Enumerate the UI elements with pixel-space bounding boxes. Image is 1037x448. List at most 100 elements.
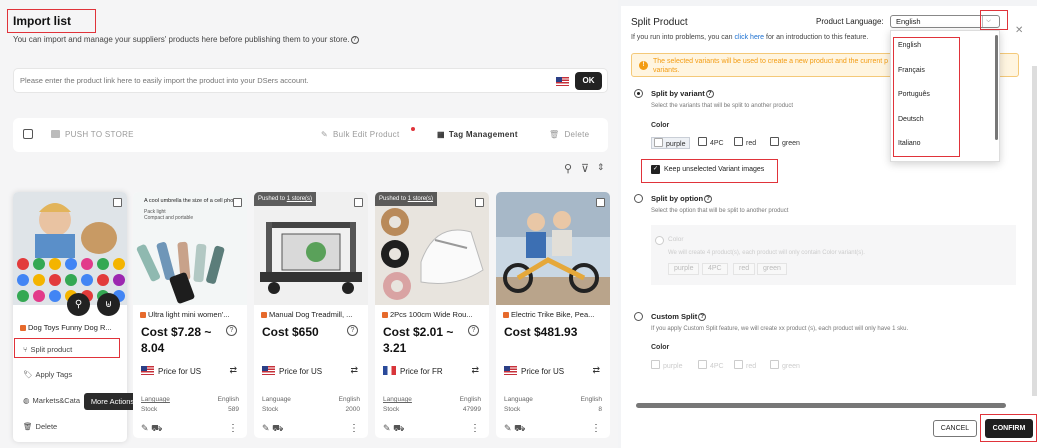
custom-chip-purple[interactable]: purple	[651, 360, 682, 372]
banner-text: Compact and portable	[144, 215, 194, 221]
apply-tags-menu-item[interactable]: 🏷 Apply Tags	[23, 370, 72, 379]
split-by-option-radio[interactable]	[634, 194, 643, 203]
banner-text: A cool umbrella the size of a cell phone	[144, 198, 240, 204]
search-icon[interactable]: ⚲	[564, 162, 572, 175]
swap-icon[interactable]: ⇄	[350, 365, 358, 376]
custom-chip-green[interactable]: green	[770, 360, 800, 372]
color-option-radio[interactable]	[655, 236, 664, 245]
product-card[interactable]: Pushed to 1 store(s) 2Pcs 100cm Wide Rou…	[375, 192, 489, 438]
search-icon[interactable]: ⚲	[67, 293, 90, 316]
swap-icon[interactable]: ⇄	[229, 365, 237, 376]
question-icon[interactable]: ?	[347, 325, 358, 336]
push-to-store-button[interactable]: PUSH TO STORE	[51, 130, 134, 139]
custom-chip-red[interactable]: red	[734, 360, 756, 372]
trash-icon: 🗑	[23, 422, 33, 431]
product-checkbox[interactable]	[596, 198, 605, 207]
product-title[interactable]: Manual Dog Treadmill, ...	[261, 310, 361, 319]
product-title[interactable]: Ultra light mini women'...	[140, 310, 240, 319]
split-by-variant-desc: Select the variants that will be split t…	[651, 103, 794, 109]
card-actions: ✎ ⛟	[262, 423, 283, 435]
more-actions-icon[interactable]: ⋮	[470, 423, 480, 434]
highlight-box	[14, 338, 120, 358]
edit-icon[interactable]: ✎	[504, 423, 512, 433]
swap-icon[interactable]: ⇄	[592, 365, 600, 376]
bulk-edit-label: Bulk Edit Product	[333, 130, 400, 139]
tag-management-button[interactable]: ▦ Tag Management	[437, 130, 518, 139]
pushed-stores-link[interactable]: 1 store(s)	[408, 196, 433, 202]
markets-label: Markets&Cata	[32, 396, 81, 405]
truck-icon[interactable]: ⛟	[514, 423, 525, 433]
sort-icon[interactable]: ⇕	[597, 162, 605, 173]
info-icon[interactable]: ?	[698, 313, 707, 321]
scrollbar-thumb[interactable]	[636, 403, 1006, 408]
keep-images-checkbox[interactable]: ✓	[651, 165, 660, 174]
product-checkbox[interactable]	[113, 198, 122, 207]
variant-chip-red[interactable]: red	[734, 137, 756, 149]
more-actions-icon[interactable]: ⋮	[591, 423, 601, 434]
filter-icon[interactable]: ⊽	[581, 162, 589, 175]
swap-icon[interactable]: ⇄	[471, 365, 479, 376]
help-suffix: for an introduction to this feature.	[764, 34, 869, 41]
split-by-variant-radio[interactable]	[634, 89, 643, 98]
delete-menu-item[interactable]: 🗑 Delete	[23, 422, 57, 431]
bulk-edit-button[interactable]: ✎ Bulk Edit Product	[321, 130, 399, 139]
product-card[interactable]: Electric Trike Bike, Pea... Cost $481.93…	[496, 192, 610, 438]
product-image	[254, 192, 368, 305]
truck-icon[interactable]: ⛟	[393, 423, 404, 433]
edit-icon[interactable]: ✎	[141, 423, 149, 433]
price-for: Price for FR	[383, 366, 443, 376]
product-checkbox[interactable]	[475, 198, 484, 207]
fr-flag-icon	[383, 366, 396, 375]
truck-icon[interactable]: ⛟	[272, 423, 283, 433]
page-title: Import list	[13, 14, 72, 28]
product-checkbox[interactable]	[233, 198, 242, 207]
split-by-option-desc: Select the option that will be split to …	[651, 208, 789, 214]
help-link[interactable]: click here	[735, 34, 765, 41]
delete-button[interactable]: 🗑 Delete	[549, 130, 589, 139]
vertical-scrollbar[interactable]	[1032, 66, 1037, 396]
truck-icon[interactable]: ⛟	[151, 423, 162, 433]
basket-icon[interactable]: ⊎	[97, 293, 120, 316]
cancel-button[interactable]: CANCEL	[933, 420, 977, 437]
product-checkbox[interactable]	[354, 198, 363, 207]
product-title[interactable]: Electric Trike Bike, Pea...	[503, 310, 603, 319]
product-cost: Cost $650	[262, 324, 342, 340]
select-all-checkbox[interactable]	[23, 129, 33, 139]
language-label[interactable]: Language	[141, 396, 170, 403]
question-icon[interactable]: ?	[468, 325, 479, 336]
pushed-stores-link[interactable]: 1 store(s)	[287, 196, 312, 202]
option-title-text: Custom Split	[651, 312, 698, 321]
edit-icon[interactable]: ✎	[383, 423, 391, 433]
us-flag-icon	[262, 366, 275, 375]
product-title[interactable]: 2Pcs 100cm Wide Rou...	[382, 310, 482, 319]
custom-chip-4pc[interactable]: 4PC	[698, 360, 724, 372]
language-label[interactable]: Language	[383, 396, 412, 403]
chip-label: red	[746, 140, 757, 147]
more-actions-icon[interactable]: ⋮	[349, 423, 359, 434]
close-icon[interactable]: ✕	[1015, 25, 1023, 36]
language-value: English	[459, 396, 481, 403]
info-icon[interactable]: ?	[704, 195, 713, 203]
more-actions-icon[interactable]: ⋮	[228, 423, 238, 434]
variant-chip-purple[interactable]: purple	[651, 137, 691, 149]
dropdown-scrollbar[interactable]	[995, 35, 998, 140]
info-icon[interactable]: ?	[350, 36, 359, 44]
horizontal-scrollbar[interactable]	[626, 403, 1026, 409]
variant-chip-green[interactable]: green	[770, 137, 800, 149]
help-prefix: If you run into problems, you can	[631, 34, 735, 41]
ok-button[interactable]: OK	[575, 72, 602, 90]
product-card[interactable]: Pushed to 1 store(s) Manual Dog Treadmil…	[254, 192, 368, 438]
question-icon[interactable]: ?	[226, 325, 237, 336]
import-link-input[interactable]	[20, 76, 540, 85]
us-flag-icon[interactable]	[556, 77, 569, 86]
custom-split-radio[interactable]	[634, 312, 643, 321]
info-icon[interactable]: ?	[705, 90, 714, 98]
product-card[interactable]: A cool umbrella the size of a cell phone…	[133, 192, 247, 438]
chip-label: 4PC	[710, 140, 724, 147]
price-for-label: Price for US	[279, 367, 323, 376]
edit-icon[interactable]: ✎	[262, 423, 270, 433]
markets-menu-item[interactable]: ◍ Markets&Cata	[23, 396, 80, 405]
language-label: Language	[504, 396, 533, 403]
product-title[interactable]: Dog Toys Funny Dog R...	[20, 323, 120, 332]
variant-chip-4pc[interactable]: 4PC	[698, 137, 724, 149]
